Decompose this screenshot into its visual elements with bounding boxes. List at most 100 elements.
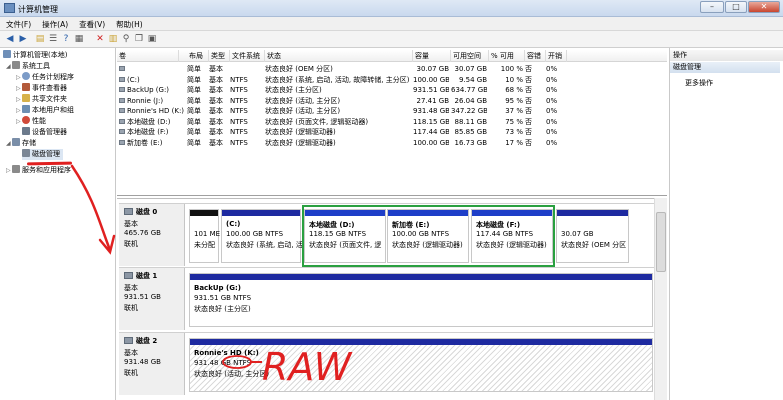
list-icon[interactable]: ☰ <box>48 34 58 44</box>
actions-section-disk-management[interactable]: 磁盘管理 <box>670 62 780 73</box>
table-row[interactable]: 本地磁盘 (F:) 简单 基本 NTFS 状态良好 (逻辑驱动器) 117.44 GB 85… <box>117 127 667 137</box>
tree-item-device-manager[interactable]: 设备管理器 <box>22 127 67 138</box>
disk-name: 磁盘 0 <box>136 208 158 216</box>
tree-item-disk-management[interactable]: 磁盘管理 <box>22 149 63 160</box>
partition[interactable]: 30.07 GB 状态良好 (OEM 分区 <box>556 209 629 263</box>
volume-icon <box>119 66 125 71</box>
more-actions-link[interactable]: 更多操作 <box>685 78 713 88</box>
partition[interactable]: (C:) 100.00 GB NTFS 状态良好 (系统, 启动, 活动, 故障 <box>221 209 328 263</box>
scroll-thumb[interactable] <box>656 212 666 272</box>
column-header[interactable]: 开销 <box>546 50 567 62</box>
delete-icon[interactable]: ✕ <box>95 34 105 44</box>
table-cell: 0% <box>546 138 558 147</box>
partition-color-bar <box>305 210 385 216</box>
expand-icon[interactable]: ▷ <box>16 72 22 83</box>
column-header[interactable]: 类型 <box>209 50 230 62</box>
column-header[interactable]: 卷 <box>117 50 179 62</box>
menu-file[interactable]: 文件(F) <box>0 17 36 30</box>
column-header[interactable]: 可用空间 <box>451 50 489 62</box>
actions-pane: 操作 磁盘管理 更多操作 <box>669 48 783 400</box>
partition[interactable]: BackUp (G:) 931.51 GB NTFS 状态良好 (主分区) <box>189 273 653 327</box>
partition[interactable]: 101 ME 未分配 <box>189 209 220 263</box>
table-row[interactable]: 简单 基本 状态良好 (OEM 分区) 30.07 GB 30.07 GB 100 % 否 0… <box>117 64 667 74</box>
table-cell: 状态良好 (逻辑驱动器) <box>265 138 336 147</box>
menu-view[interactable]: 查看(V) <box>73 17 110 30</box>
search-icon[interactable]: ⚲ <box>121 34 131 44</box>
properties-icon[interactable]: ▣ <box>147 34 157 44</box>
table-row[interactable]: 本地磁盘 (D:) 简单 基本 NTFS 状态良好 (页面文件, 逻辑驱动器) 118.1… <box>117 117 667 127</box>
table-row[interactable]: BackUp (G:) 简单 基本 NTFS 状态良好 (主分区) 931.51 GB 63… <box>117 85 667 95</box>
table-cell: 30.07 GB <box>416 65 450 73</box>
disk-icon <box>22 149 30 157</box>
table-row[interactable]: (C:) 简单 基本 NTFS 状态良好 (系统, 启动, 活动, 故障转储, 主分区)… <box>117 75 667 85</box>
tree-item-storage[interactable]: ◢ 存储 <box>6 138 36 149</box>
disk-label[interactable]: 磁盘 0 基本 465.76 GB 联机 <box>119 204 185 266</box>
tree-item-task-scheduler[interactable]: ▷ 任务计划程序 <box>16 72 74 83</box>
menu-help[interactable]: 帮助(H) <box>110 17 148 30</box>
table-cell: 基本 <box>209 86 223 94</box>
partition-size: 931.51 GB NTFS <box>194 294 252 302</box>
partition-color-bar <box>472 210 552 216</box>
tree-item-system-tools[interactable]: ◢ 系统工具 <box>6 61 50 72</box>
column-header[interactable]: 文件系统 <box>230 50 265 62</box>
partition[interactable]: 新加卷 (E:) 100.00 GB NTFS 状态良好 (逻辑驱动器) <box>387 209 469 263</box>
menu-action[interactable]: 操作(A) <box>36 17 73 30</box>
forward-arrow-icon[interactable]: ▶ <box>18 34 28 44</box>
tree-item-performance[interactable]: ▷ 性能 <box>16 116 46 127</box>
partition[interactable]: Ronnie's HD (K:) 931.48 GB NTFS 状态良好 (活动, … <box>189 338 653 392</box>
column-header[interactable]: 布局 <box>187 50 209 62</box>
details-icon[interactable]: ▦ <box>74 34 84 44</box>
expand-icon[interactable]: ▷ <box>16 116 22 127</box>
performance-icon <box>22 116 30 124</box>
table-cell <box>127 64 185 74</box>
tree-item-local-users[interactable]: ▷ 本地用户和组 <box>16 105 74 116</box>
table-row[interactable]: Ronnie's HD (K:) 简单 基本 NTFS 状态良好 (活动, 主分区) 93… <box>117 106 667 116</box>
table-cell: 简单 <box>187 86 201 94</box>
column-header[interactable]: 容量 <box>413 50 451 62</box>
minimize-button[interactable]: – <box>700 1 724 13</box>
table-cell: 0% <box>546 65 558 73</box>
disk-graph-view: 磁盘 0 基本 465.76 GB 联机 101 ME 未分配 (C:) 100.00 GB … <box>117 198 667 400</box>
table-cell: 9.54 GB <box>458 75 487 84</box>
disk-label[interactable]: 磁盘 1 基本 931.51 GB 联机 <box>119 268 185 330</box>
help-icon[interactable]: ? <box>61 34 71 44</box>
partition-title: BackUp (G:) <box>194 284 241 292</box>
folder-icon[interactable]: ▤ <box>35 34 45 44</box>
table-cell: 简单 <box>187 117 201 126</box>
table-row[interactable]: Ronnie (J:) 简单 基本 NTFS 状态良好 (活动, 主分区) 27.41 G… <box>117 96 667 106</box>
close-button[interactable]: ✕ <box>748 1 780 13</box>
copy-icon[interactable]: ❐ <box>134 34 144 44</box>
table-cell: 状态良好 (活动, 主分区) <box>265 96 341 105</box>
back-arrow-icon[interactable]: ◀ <box>5 34 15 44</box>
tree-item-services[interactable]: ▷ 服务和应用程序 <box>6 165 71 176</box>
table-cell: NTFS <box>230 96 248 105</box>
table-cell: 75 % <box>505 117 523 126</box>
table-cell: NTFS <box>230 75 248 84</box>
column-header[interactable]: % 可用 <box>489 50 525 62</box>
partition-size: 30.07 GB <box>561 230 594 238</box>
table-cell: 状态良好 (活动, 主分区) <box>265 107 341 115</box>
partition[interactable]: 本地磁盘 (D:) 118.15 GB NTFS 状态良好 (页面文件, 逻 <box>304 209 386 263</box>
maximize-button[interactable]: □ <box>725 1 747 13</box>
disk-label[interactable]: 磁盘 2 基本 931.48 GB 联机 <box>119 333 185 395</box>
vertical-scrollbar[interactable] <box>654 198 667 400</box>
partition-status: 状态良好 (逻辑驱动器) <box>392 241 463 249</box>
tree-item-root[interactable]: 计算机管理(本地) <box>3 50 67 61</box>
table-cell: 0% <box>546 96 558 105</box>
partition-color-bar <box>222 210 300 216</box>
tree-item-shared-folders[interactable]: ▷ 共享文件夹 <box>16 94 67 105</box>
table-cell: 85.85 GB <box>454 128 488 136</box>
partition[interactable]: 本地磁盘 (F:) 117.44 GB NTFS 状态良好 (逻辑驱动器) <box>471 209 553 263</box>
partition-status: 状态良好 (主分区) <box>194 305 251 313</box>
partition-size: 100.00 GB NTFS <box>392 230 450 238</box>
volume-icon <box>119 76 125 82</box>
column-header[interactable]: 容错 <box>525 50 546 62</box>
table-row[interactable]: 新加卷 (E:) 简单 基本 NTFS 状态良好 (逻辑驱动器) 100.00 GB 16.… <box>117 138 667 148</box>
partition-size: 100.00 GB NTFS <box>226 230 284 238</box>
partition-status: 状态良好 (活动, 主分区) <box>194 370 270 378</box>
table-cell: 基本 <box>209 107 223 115</box>
column-header[interactable]: 状态 <box>265 50 413 62</box>
folder-open-icon[interactable]: ▥ <box>108 34 118 44</box>
partition-title: (C:) <box>226 220 241 228</box>
tree-item-event-viewer[interactable]: ▷ 事件查看器 <box>16 83 67 94</box>
